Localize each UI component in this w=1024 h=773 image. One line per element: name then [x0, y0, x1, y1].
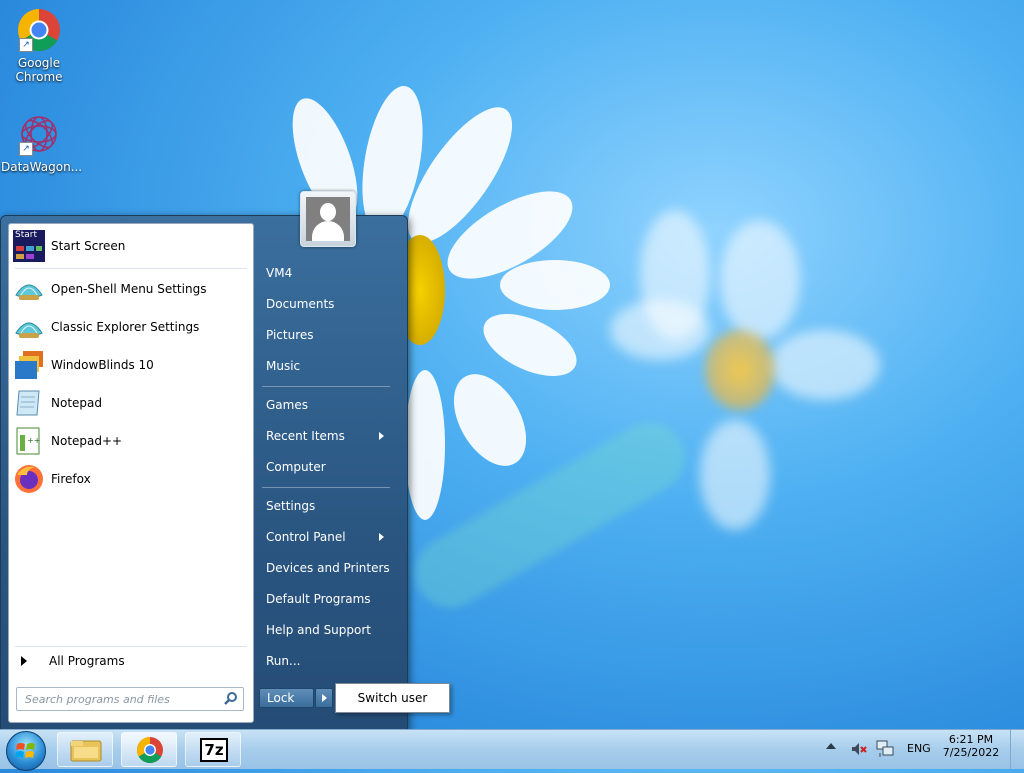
menu-item-computer[interactable]: Computer [258, 454, 396, 480]
menu-item-label: Computer [266, 460, 326, 474]
program-classic-explorer-settings[interactable]: Classic Explorer Settings [13, 310, 249, 344]
shortcut-arrow-icon: ↗ [19, 142, 33, 156]
network-icon[interactable] [875, 739, 895, 762]
program-notepadpp[interactable]: ++ Notepad++ [13, 424, 249, 458]
windows-logo-icon [15, 743, 35, 758]
program-label: Firefox [51, 472, 91, 486]
datawagon-icon: ↗ [17, 112, 61, 156]
menu-item-label: Run... [266, 654, 301, 668]
taskbar: 7z ENG 6:21 PM 7/25/2022 [0, 729, 1024, 771]
volume-muted-icon[interactable] [850, 740, 868, 761]
menu-item-label: Games [266, 398, 308, 412]
menu-item-default-programs[interactable]: Default Programs [258, 586, 396, 612]
chrome-icon [136, 736, 163, 764]
all-programs-label: All Programs [49, 654, 125, 668]
switch-user-label: Switch user [357, 691, 428, 705]
menu-item-label: Help and Support [266, 623, 371, 637]
search-input[interactable] [23, 691, 223, 707]
program-label: Notepad++ [51, 434, 123, 448]
menu-item-help-support[interactable]: Help and Support [258, 617, 396, 643]
program-windowblinds[interactable]: WindowBlinds 10 [13, 348, 249, 382]
desktop-icon-chrome[interactable]: ↗ Google Chrome [1, 8, 77, 84]
svg-text:++: ++ [27, 436, 40, 445]
shortcut-arrow-icon: ↗ [19, 38, 33, 52]
submenu-arrow-icon [379, 432, 384, 440]
menu-item-devices-printers[interactable]: Devices and Printers [258, 555, 396, 581]
shell-icon [13, 273, 45, 305]
menu-item-label: Documents [266, 297, 335, 311]
programs-pane: Start Start Screen Open-Shell Menu Setti… [8, 223, 254, 723]
program-firefox[interactable]: Firefox [13, 462, 249, 496]
show-hidden-icons-arrow[interactable] [826, 743, 836, 749]
search-box[interactable] [16, 687, 244, 711]
expand-arrow-icon [21, 656, 27, 666]
taskbar-7zip[interactable]: 7z [185, 732, 241, 767]
7zip-icon: 7z [200, 738, 228, 762]
menu-item-pictures[interactable]: Pictures [258, 322, 396, 348]
program-label: Classic Explorer Settings [51, 320, 200, 334]
chrome-icon: ↗ [17, 8, 61, 52]
lock-label: Lock [267, 691, 295, 705]
separator [262, 386, 390, 387]
program-open-shell-settings[interactable]: Open-Shell Menu Settings [13, 272, 249, 306]
menu-item-documents[interactable]: Documents [258, 291, 396, 317]
menu-item-label: Control Panel [266, 530, 346, 544]
user-avatar[interactable] [300, 191, 356, 247]
menu-item-music[interactable]: Music [258, 353, 396, 379]
menu-item-label: VM4 [266, 266, 293, 280]
menu-item-recent-items[interactable]: Recent Items [258, 423, 396, 449]
separator [262, 487, 390, 488]
program-label: Open-Shell Menu Settings [51, 282, 207, 296]
menu-item-label: Default Programs [266, 592, 371, 606]
menu-item-user[interactable]: VM4 [258, 260, 396, 286]
windowblinds-icon [13, 349, 45, 381]
show-desktop-button[interactable] [1010, 730, 1024, 769]
desktop-icon-label: Google [17, 56, 61, 70]
clock-time: 6:21 PM [948, 733, 994, 746]
all-programs-button[interactable]: All Programs [13, 649, 249, 673]
start-screen-icon: Start [13, 230, 45, 262]
menu-item-label: Pictures [266, 328, 314, 342]
clock[interactable]: 6:21 PM 7/25/2022 [942, 733, 1000, 759]
desktop-icon-label: Chrome [15, 70, 63, 84]
program-label: Notepad [51, 396, 102, 410]
firefox-icon [13, 463, 45, 495]
program-notepad[interactable]: Notepad [13, 386, 249, 420]
search-icon[interactable] [224, 691, 238, 708]
shutdown-options-arrow[interactable] [315, 688, 333, 708]
menu-item-label: Devices and Printers [266, 561, 390, 575]
folder-icon [70, 740, 102, 762]
language-indicator[interactable]: ENG [907, 742, 931, 755]
program-label: Start Screen [51, 239, 126, 253]
switch-user-menu-item[interactable]: Switch user [335, 683, 450, 713]
menu-item-label: Settings [266, 499, 316, 513]
user-icon [306, 197, 350, 241]
desktop-icon-datawagon[interactable]: ↗ DataWagon... [1, 112, 83, 174]
menu-item-label: Music [266, 359, 301, 373]
submenu-arrow-icon [379, 533, 384, 541]
menu-item-label: Recent Items [266, 429, 345, 443]
program-start-screen[interactable]: Start Start Screen [13, 229, 249, 263]
menu-item-control-panel[interactable]: Control Panel [258, 524, 396, 550]
menu-item-run[interactable]: Run... [258, 648, 396, 674]
desktop-icon-label: DataWagon... [1, 160, 83, 174]
taskbar-explorer[interactable] [57, 732, 113, 767]
lock-button[interactable]: Lock [259, 688, 314, 708]
taskbar-chrome[interactable] [121, 732, 177, 767]
shell-icon [13, 311, 45, 343]
clock-date: 7/25/2022 [942, 746, 1000, 759]
menu-item-settings[interactable]: Settings [258, 493, 396, 519]
notepad-icon [13, 387, 45, 419]
notepadpp-icon: ++ [13, 425, 45, 457]
start-button[interactable] [6, 731, 46, 771]
program-label: WindowBlinds 10 [51, 358, 154, 372]
separator [15, 646, 247, 647]
separator [15, 268, 247, 269]
menu-item-games[interactable]: Games [258, 392, 396, 418]
